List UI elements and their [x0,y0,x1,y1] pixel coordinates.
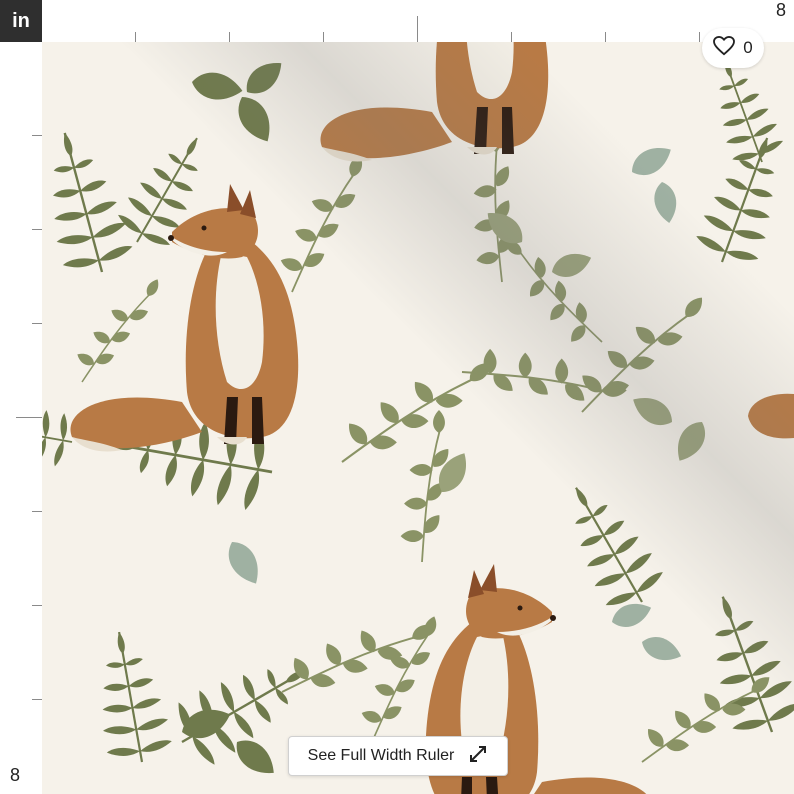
expand-arrows-icon [468,744,488,769]
top-ruler: 8 [42,0,794,43]
heart-outline-icon [713,35,736,61]
see-full-width-ruler-button[interactable]: See Full Width Ruler [288,736,508,776]
ruler-tick [323,32,324,42]
ruler-tick [32,605,42,606]
ruler-tick [32,229,42,230]
ruler-unit-label: in [12,9,30,32]
ruler-tick [699,32,700,42]
ruler-left-end-label: 8 [10,765,21,785]
ruler-tick [32,323,42,324]
favorite-count: 0 [743,38,753,57]
left-ruler: 8 [0,42,43,794]
ruler-tick [135,32,136,42]
ruler-tick [32,135,42,136]
ruler-tick [32,511,42,512]
fox-fern-pattern [42,42,794,794]
ruler-tick [417,16,418,42]
ruler-tick [605,32,606,42]
favorite-button[interactable]: 0 [702,28,764,68]
ruler-top-end-label: 8 [775,0,786,20]
ruler-tick [16,417,42,418]
ruler-unit-badge: in [0,0,42,42]
ruler-tick [511,32,512,42]
fabric-preview-viewer: in 8 8 0 See Full Width Ruler [0,0,794,794]
ruler-tick [32,699,42,700]
ruler-button-label: See Full Width Ruler [307,747,455,764]
fabric-swatch-image[interactable] [42,42,794,794]
ruler-tick [229,32,230,42]
